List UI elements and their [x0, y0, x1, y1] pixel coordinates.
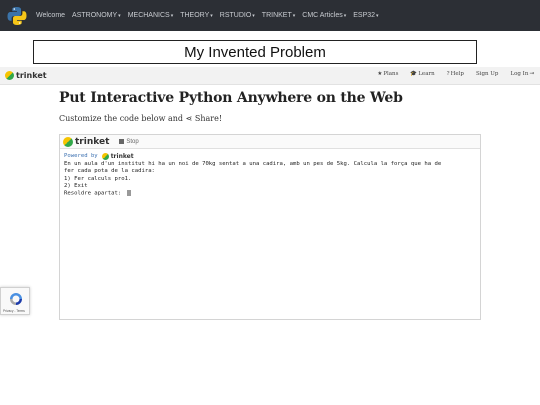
share-icon: ⋖	[185, 114, 193, 123]
graduation-cap-icon: 🎓	[410, 71, 418, 77]
headline: Put Interactive Python Anywhere on the W…	[59, 90, 403, 106]
recaptcha-links[interactable]: Privacy - Terms	[3, 309, 25, 313]
header-link-help[interactable]: ?Help	[447, 71, 464, 77]
console-line: En un aula d'un institut hi ha un noi de…	[64, 161, 442, 168]
nav-item-cmc-articles[interactable]: CMC Articles▾	[302, 12, 346, 19]
sign-in-icon: ⇥	[529, 71, 534, 77]
nav-item-astronomy[interactable]: ASTRONOMY▾	[72, 12, 121, 19]
nav-item-rstudio[interactable]: RSTUDIO▾	[220, 12, 255, 19]
console-cursor[interactable]	[126, 190, 131, 197]
caret-down-icon: ▾	[376, 13, 379, 19]
stop-icon	[119, 139, 125, 144]
recaptcha-icon	[9, 292, 23, 306]
caret-down-icon: ▾	[252, 13, 255, 19]
trinket-embed: trinket Stop Powered by trinket En un au…	[59, 134, 481, 320]
header-link-log-in[interactable]: Log In⇥	[510, 71, 534, 77]
caret-down-icon: ▾	[118, 13, 121, 19]
recaptcha-badge[interactable]: Privacy - Terms	[0, 287, 30, 315]
header-link-learn[interactable]: 🎓Learn	[410, 71, 434, 77]
nav-item-welcome[interactable]: Welcome	[36, 12, 65, 19]
console-prompt: Resoldre apartat:	[64, 190, 125, 197]
console-prompt-line: Resoldre apartat:	[64, 190, 476, 198]
caret-down-icon: ▾	[292, 13, 296, 19]
stop-button[interactable]: Stop	[119, 139, 139, 145]
nav-item-theory[interactable]: THEORY▾	[180, 12, 213, 19]
console-line: fer cada pota de la cadira:	[64, 168, 155, 175]
subline: Customize the code below and ⋖ Share!	[59, 114, 223, 123]
nav-item-trinket[interactable]: TRINKET▾	[262, 12, 295, 19]
trinket-logo-icon	[63, 136, 73, 147]
caret-down-icon: ▾	[343, 13, 347, 19]
trinket-header-bar: trinket ★Plans 🎓Learn ?Help Sign Up Log In⇥	[0, 67, 540, 85]
nav-item-esp32[interactable]: ESP32▾	[353, 12, 378, 19]
trinket-header-links: ★Plans 🎓Learn ?Help Sign Up Log In⇥	[365, 71, 534, 77]
trinket-logo[interactable]: trinket	[5, 71, 47, 80]
top-navbar: Welcome ASTRONOMY▾ MECHANICS▾ THEORY▾ RSTUDI…	[0, 0, 540, 31]
embed-trinket-logo[interactable]: trinket	[63, 136, 109, 147]
caret-down-icon: ▾	[170, 13, 174, 19]
powered-by: Powered by trinket	[64, 153, 134, 161]
trinket-logo-icon	[101, 153, 109, 161]
embed-toolbar: trinket Stop	[60, 135, 480, 149]
star-icon: ★	[377, 71, 383, 77]
trinket-logo-icon	[5, 71, 14, 80]
console-line: 2) Exit	[64, 182, 88, 189]
share-link[interactable]: ⋖ Share!	[186, 114, 222, 123]
header-link-sign-up[interactable]: Sign Up	[476, 71, 499, 77]
console-line: 1) Fer calculs pro1.	[64, 175, 132, 182]
header-link-plans[interactable]: ★Plans	[377, 71, 398, 77]
nav-item-mechanics[interactable]: MECHANICS▾	[128, 12, 174, 19]
question-circle-icon: ?	[446, 71, 450, 77]
page-title: My Invented Problem	[33, 40, 477, 64]
python-logo-icon[interactable]	[6, 5, 28, 27]
console-output[interactable]: Powered by trinket En un aula d'un insti…	[60, 149, 480, 202]
caret-down-icon: ▾	[210, 13, 213, 19]
